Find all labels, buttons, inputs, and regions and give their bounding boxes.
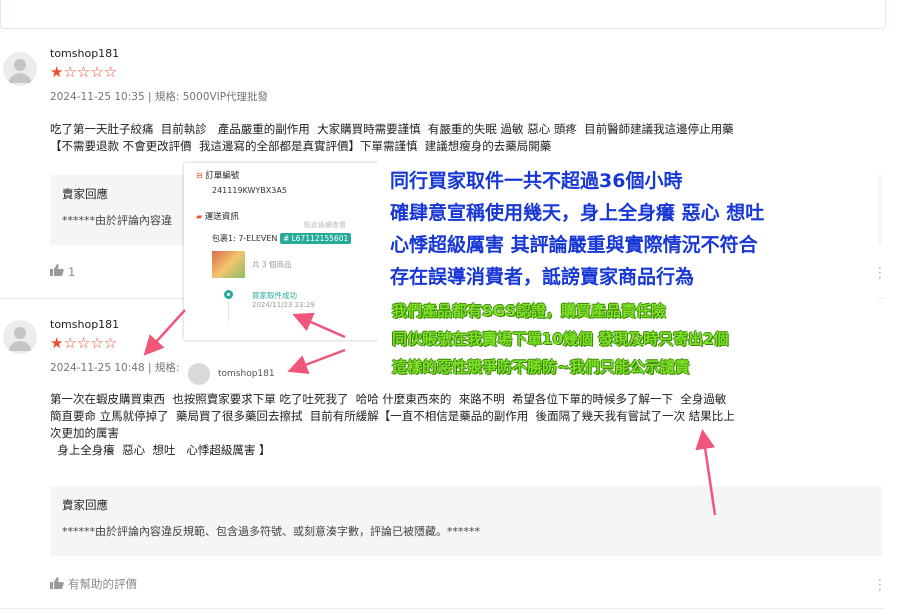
faded-text: 點此後續查看: [304, 221, 346, 229]
avatar: [188, 363, 210, 385]
rating-stars: ★☆☆☆☆: [50, 334, 118, 352]
notice-line-1: 同行買家取件一共不超過36個小時: [390, 170, 683, 192]
package-label: 包裹1: 7-ELEVEN: [212, 234, 278, 243]
arrow-to-date: [143, 309, 186, 356]
timeline-dot-icon: [224, 290, 233, 299]
product-thumbnail: [212, 251, 245, 278]
notice-line-4: 存在誤導消費者，詆謗賣家商品行為: [390, 266, 695, 288]
package-row: 包裹1: 7-ELEVEN # L67112155601: [212, 233, 352, 244]
tracking-number: # L67112155601: [279, 233, 352, 244]
notice-line-3: 心悸超級厲害 其評論嚴重與實際情況不符合: [390, 234, 758, 256]
review-divider: [0, 608, 884, 609]
shipping-info-label: 運送資訊: [204, 212, 239, 222]
review-variation: 規格:: [154, 362, 180, 374]
thumbs-up-icon: [50, 264, 64, 279]
review-date: 2024-11-25 10:35: [50, 91, 145, 103]
helpful-count: 1: [68, 264, 76, 279]
notice-green-line-1: 我們產品都有SGS認證，購買產品責任險: [392, 302, 666, 320]
timeline-line: [228, 301, 229, 321]
avatar[interactable]: [3, 52, 37, 86]
delivery-status: 買家取件成功: [252, 291, 297, 300]
review-date: 2024-11-25 10:48: [50, 362, 145, 374]
order-number-row: ⊟ 訂單編號: [196, 169, 239, 181]
truck-icon: ▰: [196, 212, 203, 221]
notice-line-2: 確肆意宣稱使用幾天，身上全身癢 惡心 想吐: [390, 202, 765, 224]
thumbs-up-icon: [50, 576, 64, 592]
seller-reply: 賣家回應 ******由於評論內容違反規範、包含過多符號、或刻意湊字數，評論已被…: [50, 486, 882, 556]
delivery-status-time: 2024/11/23 23:29: [252, 301, 315, 309]
order-screenshot-overlay: ⊟ 訂單編號 241119KWYBX3A5 ▰ 運送資訊 點此後續查看 包裹1:…: [184, 163, 379, 340]
avatar[interactable]: [3, 320, 37, 354]
more-options-icon[interactable]: · · ·: [878, 574, 882, 596]
more-options-icon[interactable]: · · ·: [878, 262, 882, 284]
seller-reply-title: 賣家回應: [62, 498, 108, 512]
seller-notice-overlay: 同行買家取件一共不超過36個小時 確肆意宣稱使用幾天，身上全身癢 惡心 想吐 心…: [378, 160, 878, 382]
order-number: 241119KWYBX3A5: [212, 186, 287, 195]
receipt-icon: ⊟: [196, 171, 203, 180]
review-username[interactable]: tomshop181: [50, 318, 119, 331]
pasted-username: tomshop181: [218, 369, 275, 379]
helpful-label: 有幫助的評價: [68, 577, 137, 591]
review-meta: 2024-11-25 10:35 | 規格: 5000VIP代理批發: [50, 89, 268, 104]
meta-separator: |: [144, 362, 155, 374]
previous-card-edge: [0, 0, 886, 29]
review-meta: 2024-11-25 10:48 | 規格:: [50, 360, 179, 375]
pasted-user-chip: tomshop181: [188, 357, 338, 391]
review-content: 吃了第一天肚子絞痛 目前執診 產品嚴重的副作用 大家購買時需要謹慎 有嚴重的失眠…: [50, 122, 734, 153]
item-count: 共 3 個商品: [252, 260, 292, 269]
seller-reply-body: ******由於評論內容違反規範、包含過多符號、或刻意湊字數，評論已被隱藏。**…: [62, 525, 480, 538]
review-username[interactable]: tomshop181: [50, 47, 119, 60]
review-variation: 規格: 5000VIP代理批發: [154, 91, 269, 103]
helpful-button[interactable]: 1: [50, 264, 75, 279]
notice-green-line-2: 同伙賬號在我賣場下單10幾個 發現及時只寄出2個: [392, 330, 729, 348]
shipping-info-row: ▰ 運送資訊: [196, 210, 239, 222]
meta-separator: |: [144, 91, 155, 103]
notice-green-line-3: 這樣的惡性競爭防不勝防~我們只能公示譴責: [392, 358, 690, 376]
helpful-button[interactable]: 有幫助的評價: [50, 576, 137, 592]
rating-stars: ★☆☆☆☆: [50, 63, 118, 81]
order-number-label: 訂單編號: [205, 171, 240, 181]
review-content: 第一次在蝦皮購買東西 也按照賣家要求下單 吃了吐死我了 哈哈 什麼東西來的 來路…: [50, 392, 735, 457]
